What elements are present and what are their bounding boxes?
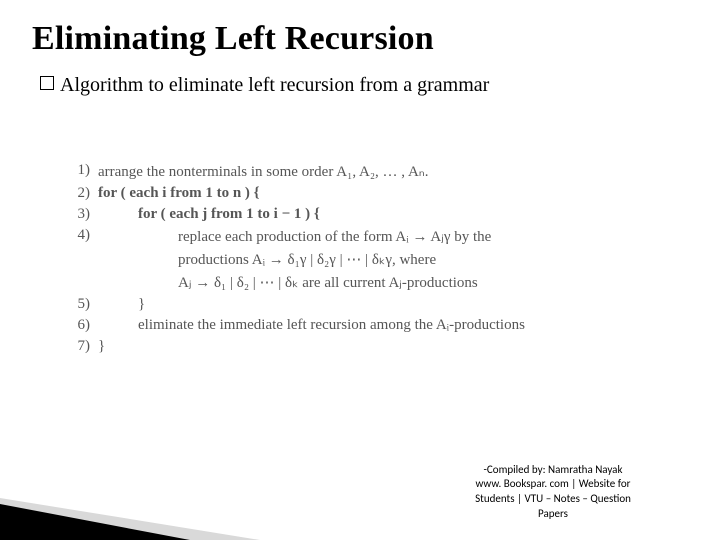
footer-line: Papers xyxy=(538,507,568,520)
algo-row: productions Aᵢ → δ₁γ | δ₂γ | ⋯ | δₖγ, wh… xyxy=(52,248,529,271)
algorithm-table: 1) arrange the nonterminals in some orde… xyxy=(52,160,529,357)
bullet-text: Algorithm to eliminate left recursion fr… xyxy=(60,74,489,96)
algo-text: } xyxy=(94,336,529,357)
line-number xyxy=(52,248,94,271)
line-number: 3) xyxy=(52,204,94,225)
line-number: 4) xyxy=(52,225,94,248)
algo-text: for ( each j from 1 to i − 1 ) { xyxy=(94,204,529,225)
line-number: 1) xyxy=(52,160,94,183)
algo-row: 7) } xyxy=(52,336,529,357)
line-number xyxy=(52,271,94,294)
algo-text: Aⱼ → δ₁ | δ₂ | ⋯ | δₖ are all current Aⱼ… xyxy=(94,271,529,294)
algo-row: Aⱼ → δ₁ | δ₂ | ⋯ | δₖ are all current Aⱼ… xyxy=(52,271,529,294)
algo-row: 3) for ( each j from 1 to i − 1 ) { xyxy=(52,204,529,225)
footer-credit: -Compiled by: Namratha Nayak www. Booksp… xyxy=(438,463,668,522)
footer-line: www. Bookspar. com | Website for xyxy=(476,477,631,490)
algorithm-block: 1) arrange the nonterminals in some orde… xyxy=(52,160,529,357)
algo-row: 5) } xyxy=(52,294,529,315)
algo-row: 6) eliminate the immediate left recursio… xyxy=(52,315,529,336)
decorative-wedge xyxy=(0,504,190,540)
footer-line: -Compiled by: Namratha Nayak xyxy=(484,463,623,476)
algo-text: arrange the nonterminals in some order A… xyxy=(94,160,529,183)
bullet-line: Algorithm to eliminate left recursion fr… xyxy=(0,58,720,97)
line-number: 5) xyxy=(52,294,94,315)
algo-text: eliminate the immediate left recursion a… xyxy=(94,315,529,336)
line-number: 6) xyxy=(52,315,94,336)
line-number: 7) xyxy=(52,336,94,357)
footer-line: Students | VTU – Notes – Question xyxy=(475,492,631,505)
algo-text: productions Aᵢ → δ₁γ | δ₂γ | ⋯ | δₖγ, wh… xyxy=(94,248,529,271)
algo-row: 4) replace each production of the form A… xyxy=(52,225,529,248)
algo-row: 1) arrange the nonterminals in some orde… xyxy=(52,160,529,183)
square-bullet-icon xyxy=(40,76,54,90)
algo-text: replace each production of the form Aᵢ →… xyxy=(94,225,529,248)
slide-title: Eliminating Left Recursion xyxy=(0,0,720,58)
algo-text: for ( each i from 1 to n ) { xyxy=(94,183,529,204)
line-number: 2) xyxy=(52,183,94,204)
algo-text: } xyxy=(94,294,529,315)
algo-row: 2) for ( each i from 1 to n ) { xyxy=(52,183,529,204)
